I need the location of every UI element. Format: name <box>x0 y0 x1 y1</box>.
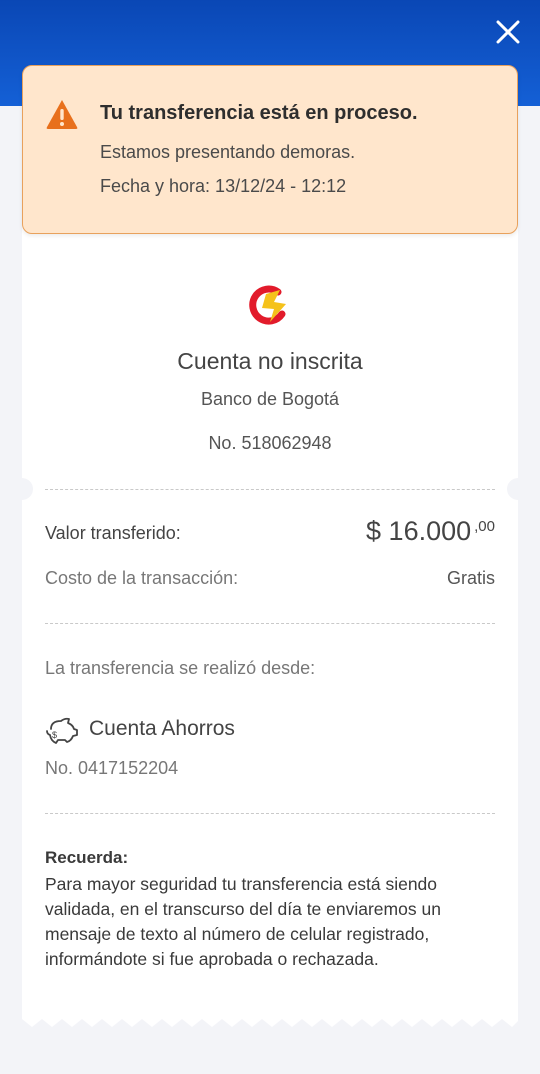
receipt-notch-left <box>11 478 33 500</box>
destination-bank: Banco de Bogotá <box>200 389 340 409</box>
source-account-name: Cuenta Ahorros <box>89 717 235 740</box>
alert-message: Estamos presentando demoras. <box>100 142 356 162</box>
divider <box>45 813 495 814</box>
svg-text:$: $ <box>52 730 57 740</box>
amount-cents: ,00 <box>474 518 495 535</box>
alert-datetime: Fecha y hora: 13/12/24 - 12:12 <box>100 176 347 196</box>
alert-title: Tu transferencia está en proceso. <box>100 102 418 124</box>
amount-main: $ 16.000 <box>366 516 472 546</box>
piggy-bank-icon: $ <box>46 717 78 744</box>
warning-icon <box>46 100 78 129</box>
divider <box>45 623 495 624</box>
bank-logo <box>249 285 286 325</box>
source-account-number: No. 0417152204 <box>45 758 179 778</box>
receipt-zigzag-edge <box>22 1019 518 1029</box>
source-label: La transferencia se realizó desde: <box>45 658 316 678</box>
receipt-notch-right <box>507 478 529 500</box>
transfer-amount: $ 16.000 ,00 <box>366 516 495 547</box>
reminder-body: Para mayor seguridad tu transferencia es… <box>45 874 441 969</box>
value-label: Valor transferido: <box>45 523 181 543</box>
close-icon <box>496 20 520 44</box>
close-button[interactable] <box>490 14 526 50</box>
cost-value: Gratis <box>446 568 495 588</box>
reminder-title: Recuerda: <box>45 848 129 867</box>
cost-label: Costo de la transacción: <box>45 568 239 588</box>
transfer-status-alert: Tu transferencia está en proceso. Estamo… <box>22 65 518 234</box>
divider <box>45 489 495 490</box>
destination-account-number: No. 518062948 <box>208 433 332 453</box>
destination-account-type: Cuenta no inscrita <box>177 348 363 374</box>
